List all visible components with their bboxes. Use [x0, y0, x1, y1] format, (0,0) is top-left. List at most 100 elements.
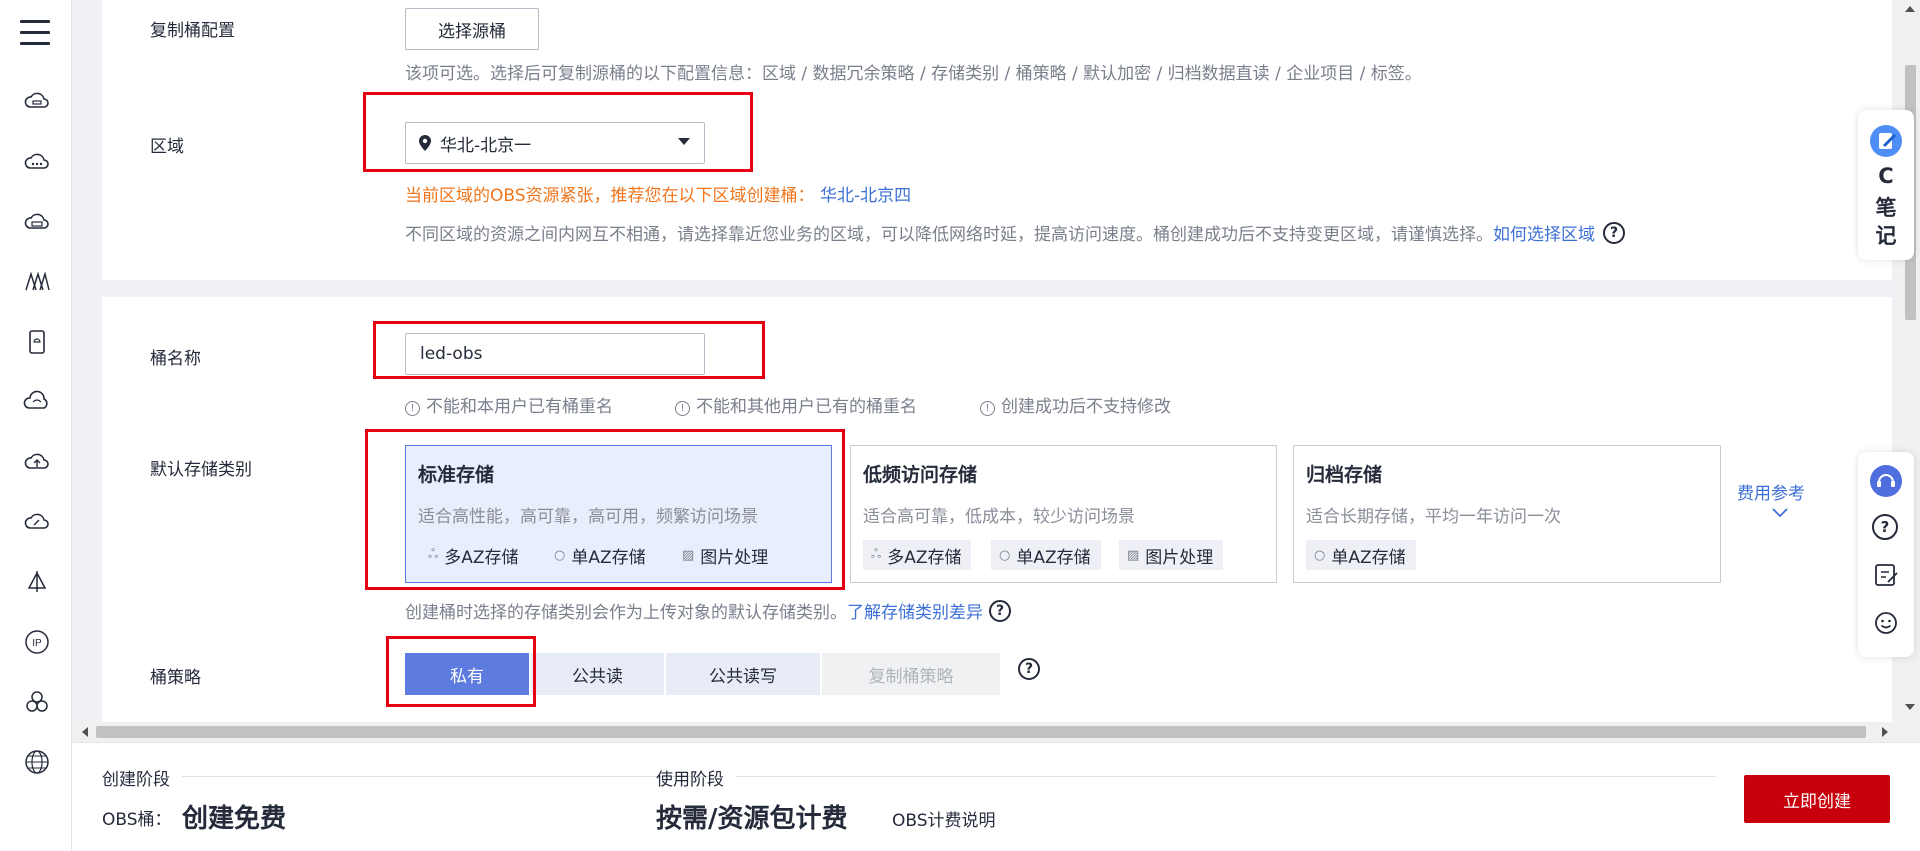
cloud-storage-icon[interactable]: [23, 208, 51, 236]
storage-card-desc: 适合长期存储，平均一年访问一次: [1306, 507, 1561, 527]
policy-public-read-write[interactable]: 公共读写: [666, 653, 820, 695]
cloud-edit-icon[interactable]: [23, 508, 51, 536]
help-icon[interactable]: ?: [1603, 221, 1625, 244]
storage-card-title: 归档存储: [1306, 464, 1383, 486]
cloud-server-icon[interactable]: [23, 88, 51, 116]
cloud-icon[interactable]: [23, 388, 51, 416]
fee-reference-link[interactable]: 费用参考: [1737, 479, 1805, 504]
help-icon[interactable]: ?: [989, 599, 1011, 622]
single-az-icon: ○: [554, 547, 566, 563]
tools-widget: ?: [1858, 452, 1914, 657]
chevron-down-icon[interactable]: [1771, 504, 1789, 523]
main-content: 复制桶配置 选择源桶 该项可选。选择后可复制源桶的以下配置信息：区域 / 数据冗…: [72, 0, 1920, 740]
policy-public-read[interactable]: 公共读: [531, 653, 664, 695]
storage-card-desc: 适合高性能，高可靠，高可用，频繁访问场景: [418, 507, 758, 527]
tag-single-az: ○ 单AZ存储: [1306, 540, 1416, 570]
scroll-right-icon[interactable]: [1882, 727, 1888, 737]
recommended-region-link[interactable]: 华北-北京四: [820, 186, 911, 206]
single-az-icon: ○: [1314, 547, 1326, 563]
select-source-bucket-button[interactable]: 选择源桶: [405, 8, 539, 50]
create-now-button[interactable]: 立即创建: [1744, 775, 1890, 823]
policy-copy: 复制桶策略: [822, 653, 1000, 695]
multi-az-icon: ஃ: [871, 547, 882, 562]
billing-mode: 按需/资源包计费: [656, 804, 848, 834]
stage-create-label: 创建阶段: [102, 770, 170, 790]
stage-divider: [736, 776, 1716, 777]
location-pin-icon: [419, 135, 431, 151]
policy-label: 桶策略: [150, 668, 201, 688]
image-icon: ▨: [1127, 547, 1140, 563]
info-icon: !: [405, 401, 420, 416]
tag-label: 单AZ存储: [571, 547, 646, 568]
horizontal-scroll-thumb[interactable]: [96, 726, 1866, 738]
region-hint: 不同区域的资源之间内网互不相通，请选择靠近您业务的区域，可以降低网络时延，提高访…: [405, 220, 1625, 245]
multi-az-icon: ஃ: [428, 547, 439, 562]
cloud-dots-icon[interactable]: [23, 148, 51, 176]
info-icon: !: [980, 401, 995, 416]
obs-bucket-label: OBS桶：: [102, 810, 172, 830]
notes-char-1: 笔: [1875, 196, 1897, 220]
scroll-left-icon[interactable]: [82, 727, 88, 737]
policy-private[interactable]: 私有: [405, 653, 529, 695]
notes-char-2: 记: [1875, 224, 1897, 248]
bucket-name-label: 桶名称: [150, 349, 201, 369]
scroll-down-icon[interactable]: [1905, 704, 1915, 710]
region-hint-text: 不同区域的资源之间内网互不相通，请选择靠近您业务的区域，可以降低网络时延，提高访…: [405, 225, 1493, 245]
cloud-upload-icon[interactable]: [23, 448, 51, 476]
region-select[interactable]: 华北-北京一: [405, 122, 705, 164]
notes-widget[interactable]: C 笔 记: [1858, 110, 1914, 260]
sail-icon[interactable]: [23, 568, 51, 596]
tag-image-processing: ▨ 图片处理: [674, 540, 778, 570]
bucket-name-rule-1: ! 不能和本用户已有桶重名: [405, 392, 613, 417]
storage-card-desc: 适合高可靠，低成本，较少访问场景: [863, 507, 1135, 527]
region-value: 华北-北京一: [440, 135, 532, 156]
region-warning: 当前区域的OBS资源紧张，推荐您在以下区域创建桶： 华北-北京四: [405, 181, 911, 206]
scroll-up-icon[interactable]: [1905, 6, 1915, 12]
storage-card-standard[interactable]: 标准存储 适合高性能，高可靠，高可用，频繁访问场景 ஃ 多AZ存储 ○ 单AZ存储 …: [405, 445, 832, 583]
globe-icon[interactable]: [23, 748, 51, 776]
how-to-choose-region-link[interactable]: 如何选择区域: [1493, 220, 1595, 245]
single-az-icon: ○: [999, 547, 1011, 563]
storage-class-label: 默认存储类别: [150, 460, 252, 480]
tag-multi-az: ஃ 多AZ存储: [420, 540, 528, 570]
customer-service-icon[interactable]: [1869, 464, 1903, 502]
obs-bucket-price: 创建免费: [182, 804, 287, 834]
cluster-icon[interactable]: [23, 688, 51, 716]
storage-class-hint-text: 创建桶时选择的存储类别会作为上传对象的默认存储类别。: [405, 603, 847, 623]
help-icon[interactable]: ?: [1872, 514, 1898, 540]
obs-billing-link[interactable]: OBS计费说明: [892, 806, 996, 831]
region-label: 区域: [150, 137, 184, 157]
storage-card-title: 标准存储: [418, 464, 495, 486]
rule-text-1: 不能和本用户已有桶重名: [426, 397, 613, 417]
tag-label: 图片处理: [1145, 547, 1214, 568]
rule-text-3: 创建成功后不支持修改: [1001, 397, 1171, 417]
bucket-name-rule-3: ! 创建成功后不支持修改: [980, 392, 1171, 417]
rule-text-2: 不能和其他用户已有的桶重名: [696, 397, 917, 417]
notes-c: C: [1878, 164, 1894, 188]
notes-logo-icon: [1869, 124, 1903, 162]
feedback-edit-icon[interactable]: [1873, 562, 1899, 592]
tag-label: 多AZ存储: [444, 547, 519, 568]
storage-card-archive[interactable]: 归档存储 适合长期存储，平均一年访问一次 ○ 单AZ存储: [1293, 445, 1721, 583]
tag-image-processing: ▨ 图片处理: [1119, 540, 1224, 570]
smiley-icon[interactable]: [1873, 610, 1899, 640]
tag-label: 单AZ存储: [1331, 547, 1406, 568]
help-icon[interactable]: ?: [1018, 658, 1040, 680]
image-icon: ▨: [682, 547, 695, 563]
tag-label: 单AZ存储: [1016, 547, 1091, 568]
replicate-hint: 该项可选。选择后可复制源桶的以下配置信息：区域 / 数据冗余策略 / 存储类别 …: [405, 64, 1422, 84]
left-nav-rail: IP: [0, 0, 72, 851]
phone-icon[interactable]: [23, 328, 51, 356]
menu-icon[interactable]: [20, 20, 50, 45]
bucket-name-rule-2: ! 不能和其他用户已有的桶重名: [675, 392, 917, 417]
ip-icon[interactable]: IP: [23, 628, 51, 656]
info-icon: !: [675, 401, 690, 416]
bucket-name-input[interactable]: led-obs: [405, 333, 705, 375]
horizontal-scrollbar[interactable]: [72, 722, 1920, 742]
learn-storage-class-link[interactable]: 了解存储类别差异: [847, 598, 983, 623]
tag-label: 图片处理: [700, 547, 769, 568]
stage-divider: [182, 776, 722, 777]
network-icon[interactable]: [23, 268, 51, 296]
storage-card-title: 低频访问存储: [863, 464, 978, 486]
storage-card-infrequent[interactable]: 低频访问存储 适合高可靠，低成本，较少访问场景 ஃ 多AZ存储 ○ 单AZ存储 ▨ 图…: [850, 445, 1277, 583]
